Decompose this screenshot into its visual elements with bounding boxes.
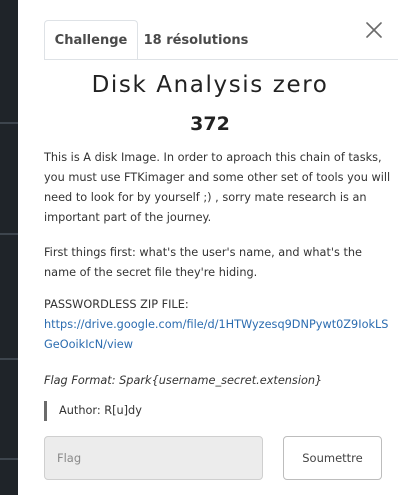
challenge-title: Disk Analysis zero xyxy=(91,72,329,98)
tab-solves[interactable]: 18 résolutions xyxy=(138,20,254,60)
backdrop-divider xyxy=(0,458,18,460)
author-quote: Author: R[u]dy xyxy=(44,401,142,421)
close-icon xyxy=(366,22,382,38)
challenge-points: 372 xyxy=(190,113,230,135)
backdrop-divider xyxy=(0,122,18,124)
challenge-modal: Challenge 18 résolutions Disk Analysis z… xyxy=(18,0,420,495)
zip-file-block: PASSWORDLESS ZIP FILE: https://drive.goo… xyxy=(44,295,394,355)
description-paragraph: This is A disk Image. In order to aproac… xyxy=(44,151,391,224)
backdrop-divider xyxy=(0,358,18,360)
backdrop-divider xyxy=(0,233,18,235)
flag-input[interactable] xyxy=(44,436,263,480)
tab-divider xyxy=(44,59,398,60)
task-paragraph: First things first: what's the user's na… xyxy=(44,246,362,279)
tab-challenge[interactable]: Challenge xyxy=(44,20,138,60)
submit-button[interactable]: Soumettre xyxy=(283,436,382,480)
page-backdrop xyxy=(0,0,18,495)
flag-format-text: Flag Format: Spark{username_secret.exten… xyxy=(44,374,323,387)
zip-file-label: PASSWORDLESS ZIP FILE: xyxy=(44,298,189,311)
zip-file-link[interactable]: https://drive.google.com/file/d/1HTWyzes… xyxy=(44,318,388,351)
close-button[interactable] xyxy=(362,18,386,42)
